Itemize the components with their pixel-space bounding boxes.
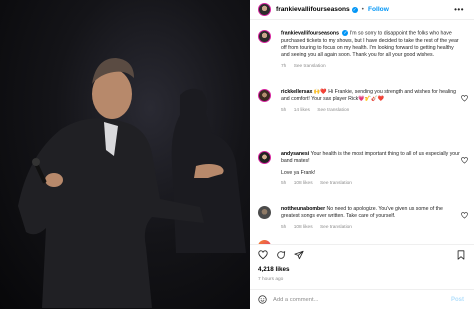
likes-count[interactable]: 4,218 likes [258,266,290,273]
comment-time[interactable]: 5h [281,181,286,186]
emoji-icon[interactable] [258,295,267,304]
comment-icon[interactable] [276,250,286,260]
comment-username[interactable]: andysanesi [281,151,309,157]
comment-time[interactable]: 7h [281,64,286,69]
commenter-avatar[interactable] [258,206,271,219]
author-username[interactable]: frankievallifourseasons [276,6,350,13]
more-options-icon[interactable]: ••• [454,5,464,14]
comment-username[interactable]: nottheunabomber [281,206,325,212]
heart-icon[interactable] [258,249,268,260]
comment-meta: 5h 14 likes See translation [281,107,461,114]
comment-meta: 5h 108 likes See translation [281,224,461,231]
comment-body: nottheunabomber No need to apologize. Yo… [281,206,461,231]
comment-likes[interactable]: 14 likes [294,108,310,113]
follow-button[interactable]: Follow [368,6,389,13]
author-avatar[interactable] [258,30,271,43]
see-translation-link[interactable]: See translation [320,181,352,186]
post-header: frankievallifourseasons ✓ • Follow ••• [250,0,474,20]
comment-meta: 7h See translation [281,63,461,70]
comments-list[interactable]: frankievallifourseasons ✓ I'm so sorry t… [250,24,474,244]
post-time-ago[interactable]: 7 hours ago [258,277,283,282]
comment-likes[interactable]: 108 likes [294,225,313,230]
author-avatar[interactable] [258,3,271,16]
comment-time[interactable]: 5h [281,225,286,230]
see-translation-link[interactable]: See translation [317,108,349,113]
performer-illustration [18,58,246,308]
verified-badge-icon: ✓ [342,30,349,36]
see-translation-link[interactable]: See translation [294,64,326,69]
comment-like-heart-icon[interactable] [461,95,468,102]
comment-likes[interactable]: 108 likes [294,181,313,186]
bookmark-icon[interactable] [456,249,466,260]
comment-text-line2: Love ya Frank! [281,169,316,176]
separator-dot: • [361,6,364,13]
verified-badge-icon: ✓ [351,6,358,13]
comment-like-heart-icon[interactable] [461,212,468,219]
add-comment-bar: Post [250,289,474,309]
comment-meta: 5h 108 likes See translation [281,180,461,187]
post-photo [0,0,250,309]
post-actions-bar [250,244,474,264]
comment-username[interactable]: frankievallifourseasons [281,30,339,36]
commenter-avatar[interactable] [258,89,271,102]
caption-body: frankievallifourseasons ✓ I'm so sorry t… [281,30,461,70]
comment-time[interactable]: 5h [281,108,286,113]
commenter-avatar[interactable] [258,151,271,164]
comment-username[interactable]: rickkellersax [281,89,312,95]
comment-body: rickkellersax 🙌❤️ Hi Frankie, sending yo… [281,89,461,114]
comment-input[interactable] [273,296,423,303]
post-comment-button[interactable]: Post [451,297,464,303]
comment-body: andysanesi Your health is the most impor… [281,151,461,187]
comment-like-heart-icon[interactable] [461,157,468,164]
post-detail-panel: frankievallifourseasons ✓ • Follow ••• f… [250,0,474,309]
see-translation-link[interactable]: See translation [320,225,352,230]
share-icon[interactable] [294,250,304,260]
